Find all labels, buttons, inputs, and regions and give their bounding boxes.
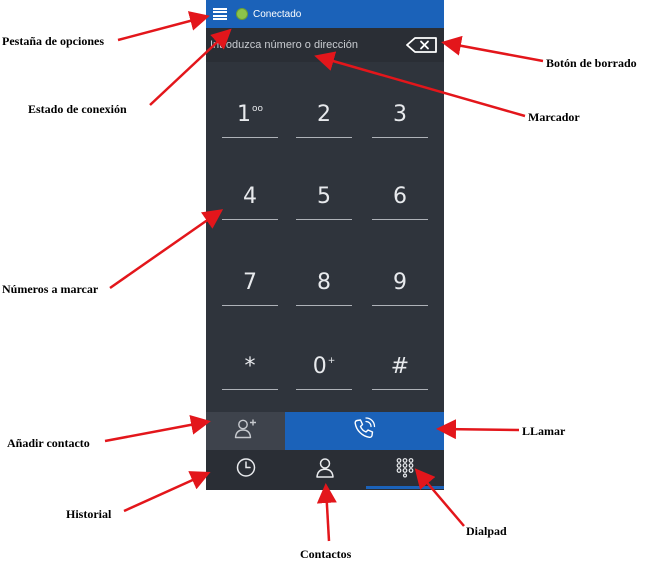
keypad-key[interactable]: 2	[296, 90, 352, 150]
keypad-key-digit: 9	[393, 270, 407, 295]
keypad-key-digit: #	[390, 354, 410, 379]
keypad-key-label: 5	[296, 184, 352, 209]
keypad: 1oo 2 3 4 5 6 7 8 9 * 0+ #	[206, 62, 444, 412]
keypad-key-underline	[372, 389, 428, 390]
keypad-key[interactable]: 3	[372, 90, 428, 150]
annotation-add-contact: Añadir contacto	[7, 436, 90, 450]
nav-contacts[interactable]	[285, 450, 364, 490]
connection-status-dot	[236, 8, 248, 20]
keypad-key-label: 3	[372, 102, 428, 127]
keypad-key-label: 1oo	[222, 102, 278, 127]
keypad-key-underline	[296, 137, 352, 138]
phone-screen: Conectado 1oo 2 3 4 5 6 7 8 9 * 0+ #	[206, 0, 444, 490]
status-bar: Conectado	[206, 0, 444, 28]
keypad-key-underline	[372, 137, 428, 138]
keypad-key-underline	[222, 137, 278, 138]
keypad-key-digit: 7	[243, 270, 257, 295]
annotation-connection-status: Estado de conexión	[28, 102, 127, 116]
keypad-key-label: 8	[296, 270, 352, 295]
bottom-navigation	[206, 450, 444, 490]
keypad-key[interactable]: 5	[296, 172, 352, 232]
person-icon	[315, 457, 335, 484]
nav-history[interactable]	[206, 450, 285, 490]
keypad-key[interactable]: 6	[372, 172, 428, 232]
keypad-key-underline	[296, 389, 352, 390]
annotation-call: LLamar	[522, 424, 566, 438]
nav-active-indicator	[366, 486, 444, 489]
keypad-key-label: 0+	[296, 354, 352, 379]
keypad-key[interactable]: #	[372, 342, 428, 402]
menu-icon[interactable]	[213, 7, 227, 21]
keypad-key-digit: 3	[393, 102, 407, 127]
keypad-key[interactable]: 7	[222, 258, 278, 318]
annotation-history: Historial	[66, 507, 112, 521]
add-contact-button[interactable]	[206, 412, 285, 450]
add-contact-icon	[234, 418, 258, 445]
keypad-key-label: 9	[372, 270, 428, 295]
clock-icon	[235, 457, 257, 484]
annotation-delete-button: Botón de borrado	[546, 56, 637, 70]
dialpad-icon	[395, 458, 415, 483]
keypad-key[interactable]: 4	[222, 172, 278, 232]
keypad-key-label: 4	[222, 184, 278, 209]
keypad-key-underline	[222, 219, 278, 220]
annotation-contacts: Contactos	[300, 547, 352, 561]
keypad-key-label: 7	[222, 270, 278, 295]
keypad-key-label: #	[372, 354, 428, 379]
dialer-bar	[206, 28, 444, 62]
keypad-key[interactable]: 0+	[296, 342, 352, 402]
call-button[interactable]	[285, 412, 444, 450]
backspace-icon[interactable]	[406, 37, 438, 58]
keypad-key-digit: 8	[317, 270, 331, 295]
keypad-key-underline	[372, 219, 428, 220]
keypad-key-label: 6	[372, 184, 428, 209]
keypad-key-underline	[296, 219, 352, 220]
annotation-options-tab: Pestaña de opciones	[2, 34, 104, 48]
annotation-numbers: Números a marcar	[2, 282, 99, 296]
keypad-key-sub-label: oo	[251, 104, 263, 114]
keypad-key-sub-label: +	[327, 356, 336, 366]
keypad-key-underline	[222, 305, 278, 306]
keypad-key-underline	[372, 305, 428, 306]
keypad-key-digit: *	[244, 354, 256, 379]
phone-call-icon	[352, 417, 378, 446]
keypad-key-digit: 6	[393, 184, 407, 209]
keypad-key[interactable]: 9	[372, 258, 428, 318]
nav-dialpad[interactable]	[365, 450, 444, 490]
keypad-key-label: 2	[296, 102, 352, 127]
keypad-key[interactable]: 8	[296, 258, 352, 318]
connection-status-text: Conectado	[253, 8, 302, 20]
keypad-key[interactable]: 1oo	[222, 90, 278, 150]
dial-input[interactable]	[208, 33, 402, 57]
keypad-key-underline	[222, 389, 278, 390]
keypad-key-underline	[296, 305, 352, 306]
keypad-key-label: *	[222, 354, 278, 379]
keypad-key-digit: 0	[312, 354, 327, 379]
keypad-key-digit: 1	[236, 102, 251, 127]
keypad-key-digit: 5	[317, 184, 331, 209]
annotation-dialpad: Dialpad	[466, 524, 507, 538]
keypad-key[interactable]: *	[222, 342, 278, 402]
keypad-key-digit: 4	[243, 184, 257, 209]
annotation-dialer: Marcador	[528, 110, 580, 124]
keypad-key-digit: 2	[317, 102, 331, 127]
